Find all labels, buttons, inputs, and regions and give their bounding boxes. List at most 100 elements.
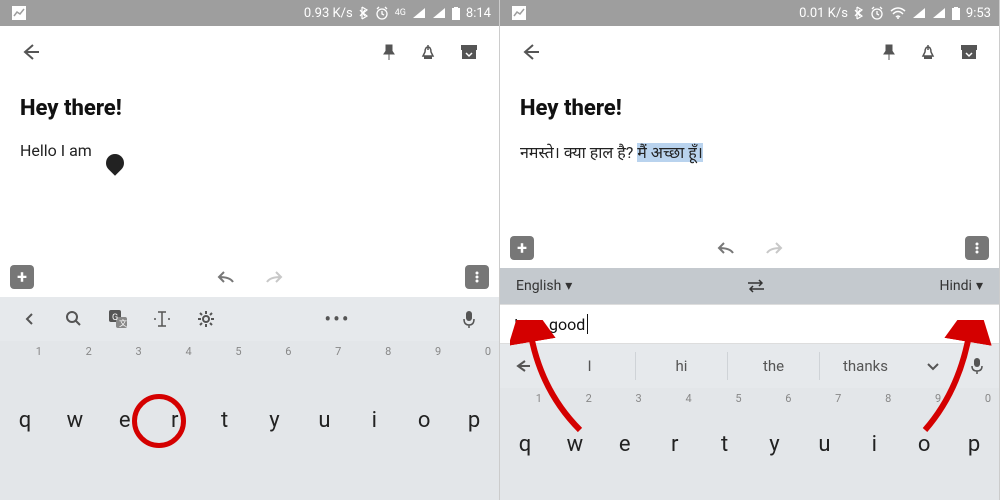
bluetooth-icon <box>359 6 369 20</box>
note-body[interactable]: Hello I am <box>20 141 479 160</box>
key-e[interactable]: 3e <box>600 388 650 500</box>
swap-languages-button[interactable] <box>572 279 939 293</box>
suggestion[interactable]: hi <box>636 352 728 380</box>
mic-icon[interactable] <box>955 357 999 375</box>
battery-icon <box>952 7 960 20</box>
back-button[interactable] <box>10 32 50 72</box>
more-button[interactable] <box>965 236 989 260</box>
note-body-text: नमस्ते। क्या हाल है? <box>520 143 637 162</box>
reminder-icon[interactable] <box>409 32 449 72</box>
alarm-icon <box>375 6 389 20</box>
suggestion[interactable]: the <box>728 352 820 380</box>
app-bar <box>500 26 999 78</box>
status-bar: 0.93 K/s 4G 8:14 <box>0 0 499 26</box>
suggestion[interactable]: thanks <box>820 352 911 380</box>
note-body-highlight: मैं अच्छा हूँ। <box>637 143 703 162</box>
note-toolbar: + <box>500 228 999 268</box>
keyboard-row: 1q2w3e4r5t6y7u8i9o0p <box>500 388 999 500</box>
key-q[interactable]: 1q <box>0 341 50 500</box>
key-y[interactable]: 6y <box>750 388 800 500</box>
key-u[interactable]: 7u <box>799 388 849 500</box>
key-y[interactable]: 6y <box>250 341 300 500</box>
more-button[interactable] <box>465 265 489 289</box>
key-superscript: 5 <box>235 345 241 358</box>
archive-icon[interactable] <box>949 32 989 72</box>
key-superscript: 1 <box>36 345 42 358</box>
wifi-icon <box>890 7 906 19</box>
add-button[interactable]: + <box>10 265 34 289</box>
key-superscript: 3 <box>636 392 642 405</box>
key-e[interactable]: 3e <box>100 341 150 500</box>
dropdown-icon: ▾ <box>565 278 572 294</box>
key-superscript: 6 <box>785 392 791 405</box>
key-r[interactable]: 4r <box>650 388 700 500</box>
phone-left: 0.93 K/s 4G 8:14 Hey there! Hello I am +… <box>0 0 500 500</box>
key-i[interactable]: 8i <box>349 341 399 500</box>
note-content[interactable]: Hey there! नमस्ते। क्या हाल है? मैं अच्छ… <box>500 78 999 228</box>
suggestion[interactable]: I <box>544 352 636 380</box>
pin-icon[interactable] <box>369 32 409 72</box>
back-icon[interactable] <box>500 358 544 374</box>
net-speed: 0.01 K/s <box>799 6 848 21</box>
undo-icon[interactable] <box>216 269 238 285</box>
suggestion-bar: Ihithethanks <box>500 344 999 388</box>
battery-icon <box>452 7 460 20</box>
undo-icon[interactable] <box>716 240 738 256</box>
phone-right: 0.01 K/s 9:53 Hey there! नमस्ते। क्या हा… <box>500 0 1000 500</box>
key-o[interactable]: 9o <box>899 388 949 500</box>
more-dots[interactable]: ••• <box>228 307 447 331</box>
key-superscript: 7 <box>835 392 841 405</box>
translate-icon[interactable]: G文 <box>96 297 140 341</box>
key-superscript: 2 <box>86 345 92 358</box>
add-button[interactable]: + <box>510 236 534 260</box>
redo-icon[interactable] <box>762 240 784 256</box>
redo-icon[interactable] <box>262 269 284 285</box>
signal-icon <box>912 7 926 19</box>
note-title[interactable]: Hey there! <box>20 96 479 121</box>
search-icon[interactable] <box>52 297 96 341</box>
key-i[interactable]: 8i <box>849 388 899 500</box>
translate-input[interactable]: I am good <box>500 304 999 344</box>
dropdown-icon: ▾ <box>976 278 983 294</box>
signal-icon-2 <box>932 7 946 19</box>
key-superscript: 1 <box>536 392 542 405</box>
signal-icon <box>412 7 426 19</box>
pin-icon[interactable] <box>869 32 909 72</box>
key-r[interactable]: 4r <box>150 341 200 500</box>
text-cursor-icon[interactable] <box>140 297 184 341</box>
key-superscript: 4 <box>185 345 191 358</box>
key-o[interactable]: 9o <box>399 341 449 500</box>
archive-icon[interactable] <box>449 32 489 72</box>
note-title[interactable]: Hey there! <box>520 96 979 121</box>
key-p[interactable]: 0p <box>949 388 999 500</box>
key-w[interactable]: 2w <box>550 388 600 500</box>
reminder-icon[interactable] <box>909 32 949 72</box>
key-p[interactable]: 0p <box>449 341 499 500</box>
translate-language-bar: English▾ Hindi▾ <box>500 268 999 304</box>
note-body[interactable]: नमस्ते। क्या हाल है? मैं अच्छा हूँ। <box>520 141 979 163</box>
app-bar <box>0 26 499 78</box>
net-type: 4G <box>395 8 406 18</box>
key-superscript: 3 <box>136 345 142 358</box>
expand-icon[interactable] <box>911 361 955 371</box>
chart-icon <box>512 6 526 20</box>
keyboard-toolbar: G文 ••• <box>0 297 499 341</box>
chart-icon <box>12 6 26 20</box>
lang-from-button[interactable]: English▾ <box>516 278 572 294</box>
key-u[interactable]: 7u <box>299 341 349 500</box>
key-q[interactable]: 1q <box>500 388 550 500</box>
note-toolbar: + <box>0 257 499 297</box>
note-content[interactable]: Hey there! Hello I am <box>0 78 499 257</box>
svg-text:文: 文 <box>119 318 127 328</box>
translate-input-text: I am good <box>514 315 585 334</box>
settings-icon[interactable] <box>184 297 228 341</box>
lang-to-button[interactable]: Hindi▾ <box>940 278 983 294</box>
key-w[interactable]: 2w <box>50 341 100 500</box>
chevron-left-icon[interactable] <box>8 297 52 341</box>
key-t[interactable]: 5t <box>200 341 250 500</box>
key-superscript: 8 <box>885 392 891 405</box>
back-button[interactable] <box>510 32 550 72</box>
key-t[interactable]: 5t <box>700 388 750 500</box>
key-superscript: 8 <box>385 345 391 358</box>
mic-icon[interactable] <box>447 297 491 341</box>
